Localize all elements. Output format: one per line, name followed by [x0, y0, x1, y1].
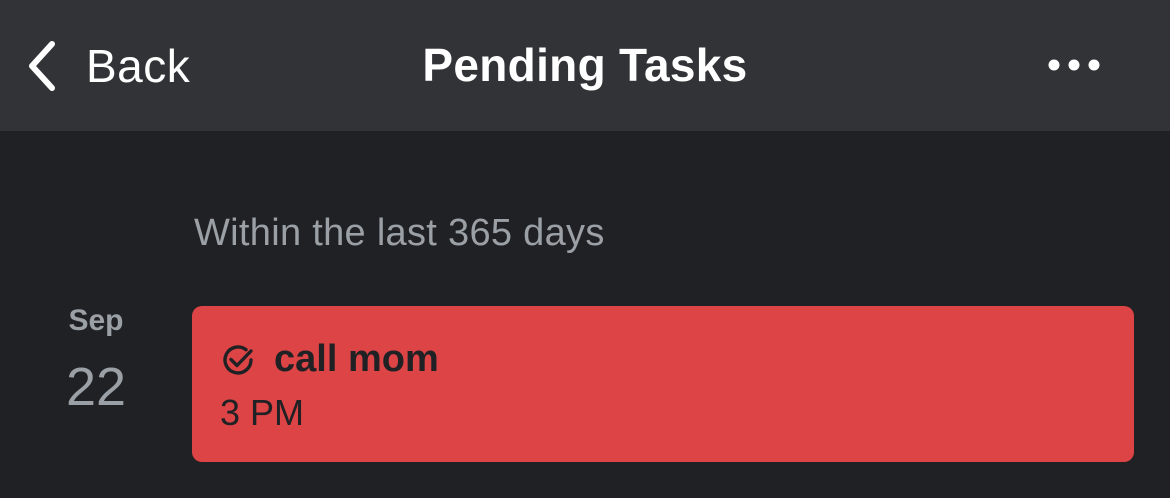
- task-date: Sep 22: [40, 300, 152, 418]
- navigation-bar: Back Pending Tasks: [0, 0, 1170, 131]
- date-day: 22: [65, 357, 127, 417]
- date-month: Sep: [68, 304, 124, 337]
- task-title: call mom: [274, 338, 439, 380]
- more-options-button[interactable]: [1042, 50, 1106, 80]
- task-time: 3 PM: [220, 392, 305, 433]
- task-title-row: call mom: [220, 338, 439, 381]
- page-title: Pending Tasks: [422, 39, 748, 91]
- section-header: Within the last 365 days: [194, 212, 605, 254]
- more-horizontal-icon: [1048, 59, 1100, 71]
- check-circle-icon[interactable]: [220, 342, 256, 378]
- task-card[interactable]: call mom 3 PM: [192, 306, 1134, 462]
